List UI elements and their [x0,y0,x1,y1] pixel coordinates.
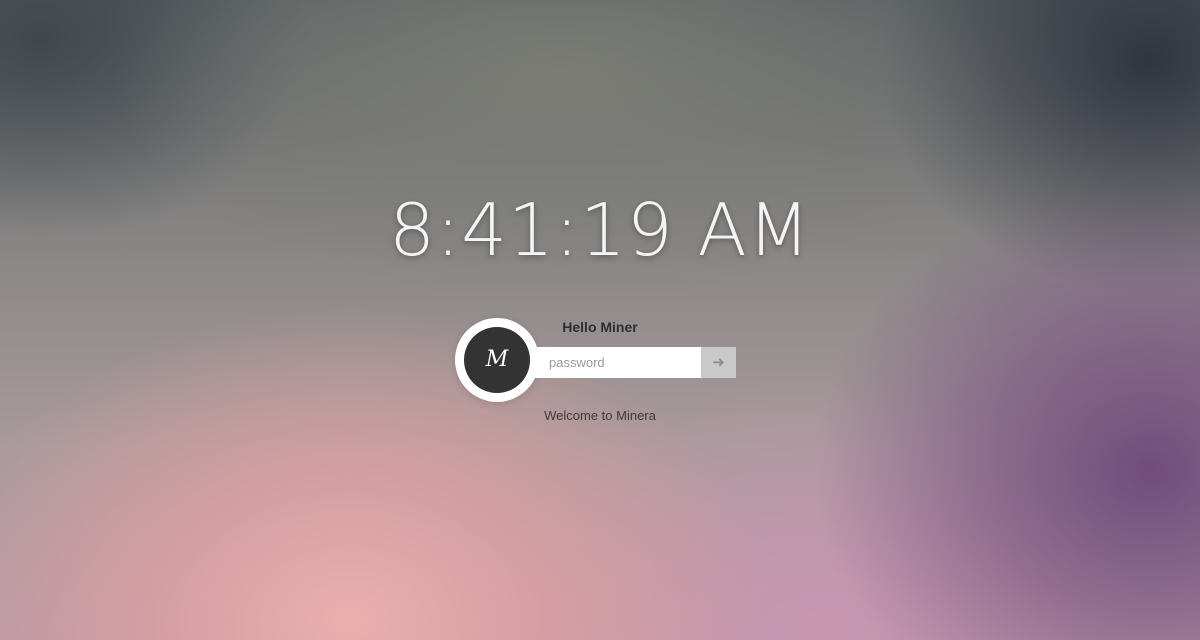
greeting: Hello Miner [562,319,638,335]
login-form: ➜ [530,347,736,378]
welcome-text: Welcome to Minera [544,408,656,423]
clock: 8:41:19 AM [389,188,811,272]
submit-button[interactable]: ➜ [701,347,736,378]
arrow-right-icon: ➜ [712,354,725,371]
avatar-ring: M [455,318,539,402]
password-input[interactable] [530,347,701,378]
avatar: M [464,327,530,393]
